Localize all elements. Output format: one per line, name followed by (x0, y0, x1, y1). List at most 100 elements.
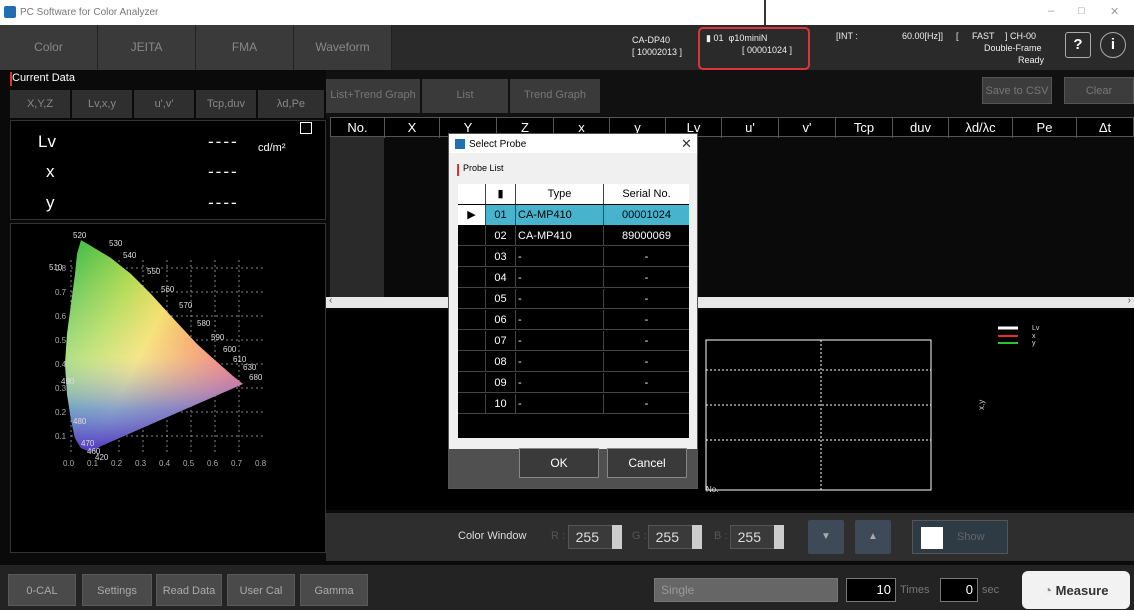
select-probe-dialog: Select Probe ✕ Probe List ▮ Type Serial … (448, 133, 698, 489)
tab-list[interactable]: List (422, 79, 508, 113)
window-title: PC Software for Color Analyzer (20, 7, 159, 18)
probe-serial-cell: 89000069 (622, 230, 671, 242)
tab-trend-graph[interactable]: Trend Graph (510, 79, 600, 113)
svg-text:0.5: 0.5 (183, 459, 195, 468)
probe-number: 01 (713, 33, 724, 43)
probe-row-04[interactable]: 04 - - (458, 268, 689, 288)
probe-num: 02 (486, 226, 516, 246)
dialog-app-icon (455, 139, 465, 149)
settings-button[interactable]: Settings (82, 574, 152, 606)
probe-serial-cell: - (644, 356, 649, 368)
speed: FAST (972, 31, 995, 41)
scroll-left-icon[interactable]: ‹ (329, 295, 332, 306)
down-button[interactable]: ▼ (808, 520, 844, 554)
sec-input[interactable]: 0 (940, 578, 978, 602)
tab-waveform[interactable]: Waveform (294, 25, 392, 70)
tab-fma[interactable]: FMA (196, 25, 294, 70)
callout-line (764, 0, 766, 26)
app-icon (4, 6, 16, 18)
legend-x: x (1032, 333, 1036, 340)
app-window: PC Software for Color Analyzer – □ ✕ Col… (0, 0, 1134, 610)
probe-row-02[interactable]: 02 CA-MP410 89000069 (458, 226, 689, 246)
probe-row-09[interactable]: 09 - - (458, 373, 689, 393)
cancel-button[interactable]: Cancel (607, 448, 687, 478)
color-window-label: Color Window (458, 530, 527, 542)
svg-text:0.7: 0.7 (231, 459, 243, 468)
ok-button[interactable]: OK (519, 448, 599, 478)
wl-540: 540 (123, 251, 137, 260)
probe-row-08[interactable]: 08 - - (458, 352, 689, 372)
tab-ldpe[interactable]: λd,Pe (258, 90, 324, 118)
r-stepper[interactable] (612, 525, 622, 549)
wl-520: 520 (73, 231, 87, 240)
measure-icon: ◔ (1043, 582, 1053, 598)
tab-color[interactable]: Color (0, 25, 98, 70)
r-input[interactable]: 255 (568, 525, 614, 549)
tab-lvxy[interactable]: Lv,x,y (72, 90, 132, 118)
svg-text:0.6: 0.6 (207, 459, 219, 468)
probe-num: 09 (486, 373, 516, 393)
show-label: Show (957, 531, 985, 543)
probe-num: 04 (486, 268, 516, 288)
tab-xyz[interactable]: X,Y,Z (10, 90, 70, 118)
help-button[interactable]: ? (1065, 32, 1091, 58)
probe-row-10[interactable]: 10 - - (458, 394, 689, 414)
wl-590: 590 (211, 333, 225, 342)
measure-button[interactable]: ◔ Measure (1022, 571, 1130, 609)
probe-serial-cell: - (644, 398, 649, 410)
probe-row-05[interactable]: 05 - - (458, 289, 689, 309)
tab-jeita[interactable]: JEITA (98, 25, 196, 70)
svg-text:0.0: 0.0 (63, 459, 75, 468)
maximize-button[interactable]: □ (1078, 5, 1085, 17)
info-button[interactable]: i (1100, 32, 1126, 58)
clear-button[interactable]: Clear (1064, 77, 1134, 104)
b-input[interactable]: 255 (730, 525, 776, 549)
save-csv-button[interactable]: Save to CSV (982, 77, 1052, 104)
cie-x-axis: 0.0 0.1 0.2 0.3 0.4 0.5 0.6 0.7 0.8 (63, 459, 267, 468)
times-input[interactable]: 10 (846, 578, 896, 602)
probe-num: 03 (486, 247, 516, 267)
tab-uv[interactable]: u',v' (134, 90, 194, 118)
minimize-button[interactable]: – (1048, 5, 1054, 17)
int-label: [INT : (836, 31, 858, 41)
g-stepper[interactable] (692, 525, 702, 549)
scroll-right-icon[interactable]: › (1128, 295, 1131, 306)
lv-unit: cd/m² (258, 142, 286, 154)
lv-label: Lv (38, 132, 56, 151)
show-button[interactable]: Show (912, 520, 1008, 554)
bracket: [ (956, 31, 959, 41)
probe-row-01[interactable]: ▶ 01 CA-MP410 00001024 (458, 205, 689, 225)
close-button[interactable]: ✕ (1110, 5, 1119, 18)
tab-tcpduv[interactable]: Tcp,duv (196, 90, 256, 118)
gamma-button[interactable]: Gamma (300, 574, 368, 606)
frame-mode: Double-Frame (984, 43, 1042, 53)
b-stepper[interactable] (774, 525, 784, 549)
dialog-close-button[interactable]: ✕ (681, 136, 692, 152)
times-label: Times (900, 584, 930, 596)
x-value: ---- (208, 162, 239, 181)
g-input[interactable]: 255 (648, 525, 694, 549)
probe-row-06[interactable]: 06 - - (458, 310, 689, 330)
svg-text:0.4: 0.4 (55, 360, 67, 369)
legend-lv: Lv (1032, 325, 1040, 332)
probe-type: - (516, 373, 604, 393)
probe-row-07[interactable]: 07 - - (458, 331, 689, 351)
probe-row-03[interactable]: 03 - - (458, 247, 689, 267)
user-cal-button[interactable]: User Cal (227, 574, 295, 606)
device-info: CA-DP40 [ 10002013 ] (632, 34, 682, 58)
read-data-button[interactable]: Read Data (156, 574, 222, 606)
wl-630: 630 (243, 363, 257, 372)
row-number-column (330, 137, 384, 297)
probe-type: CA-MP410 (516, 205, 604, 225)
svg-text:0.4: 0.4 (159, 459, 171, 468)
zero-cal-button[interactable]: 0-CAL (8, 574, 76, 606)
wl-480: 480 (73, 417, 87, 426)
expand-icon[interactable] (300, 122, 312, 134)
up-button[interactable]: ▲ (855, 520, 891, 554)
measurement-mode-select[interactable]: Single (654, 578, 838, 602)
wl-600: 600 (223, 345, 237, 354)
svg-text:0.3: 0.3 (55, 384, 67, 393)
device-model: CA-DP40 (632, 35, 671, 45)
probe-num: 08 (486, 352, 516, 372)
tab-list-trend[interactable]: List+Trend Graph (326, 79, 420, 113)
